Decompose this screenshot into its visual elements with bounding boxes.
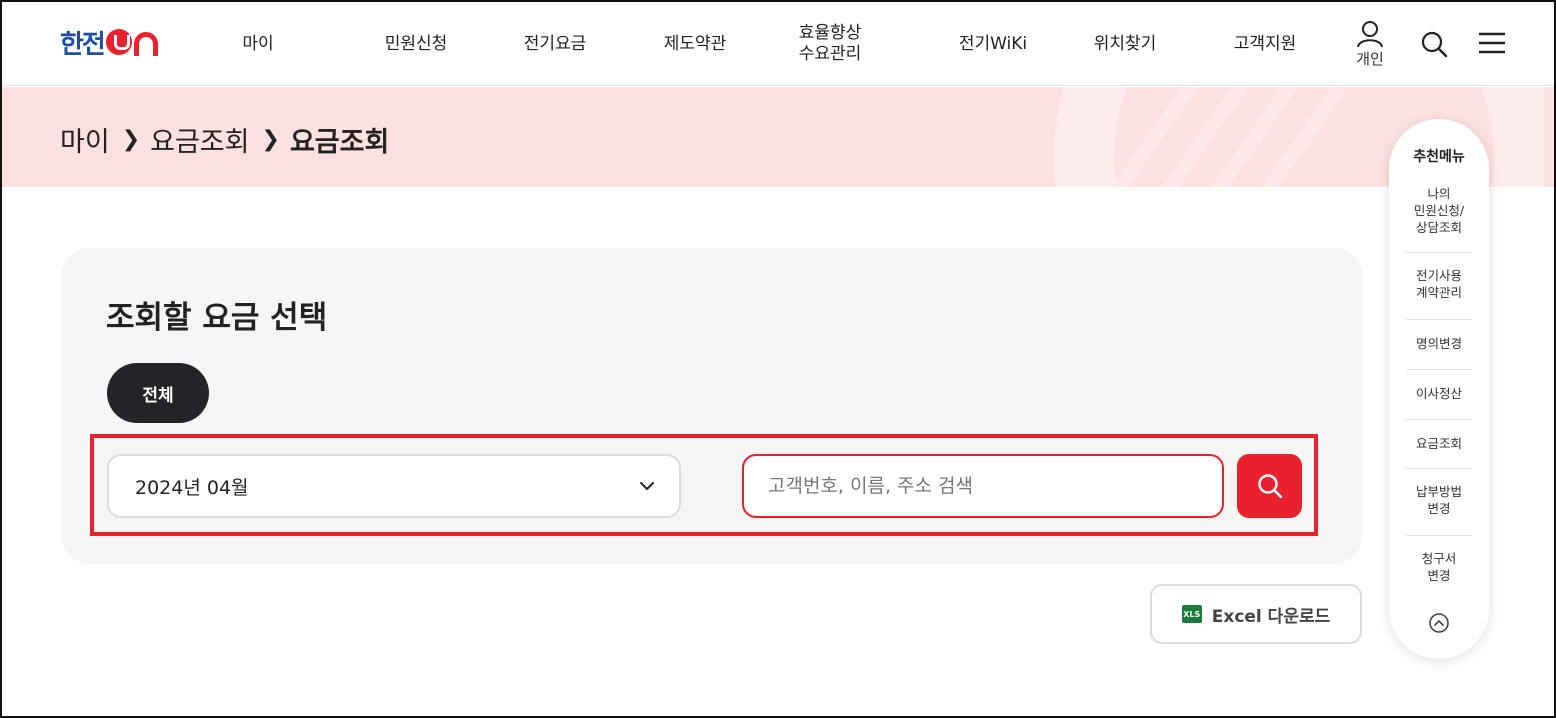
rec-item-moving-settlement[interactable]: 이사정산	[1406, 381, 1472, 405]
excel-file-icon: XLS	[1181, 605, 1202, 623]
chevron-right-icon: ❯	[261, 127, 280, 152]
nav-item-terms[interactable]: 제도약관	[645, 2, 745, 86]
breadcrumb-current: 요금조회	[289, 127, 390, 158]
recommend-title: 추천메뉴	[1413, 149, 1465, 165]
breadcrumb-banner: 마이 ❯ 요금조회 ❯ 요금조회	[2, 87, 1554, 187]
nav-label-line1: 효율향상	[798, 23, 862, 43]
excel-download-label: Excel 다운로드	[1211, 606, 1331, 627]
month-select-value: 2024년 04월	[135, 476, 249, 499]
logo-on-mark	[105, 28, 158, 56]
nav-label: 위치찾기	[1093, 33, 1157, 54]
nav-item-support[interactable]: 고객지원	[1215, 2, 1315, 86]
nav-item-electricity-bill[interactable]: 전기요금	[505, 2, 605, 86]
chevron-right-icon: ❯	[121, 127, 141, 152]
rec-item-name-change[interactable]: 명의변경	[1406, 331, 1472, 355]
nav-item-wiki[interactable]: 전기WiKi	[943, 2, 1043, 86]
user-label: 개인	[1356, 50, 1384, 68]
scroll-top-button[interactable]	[1428, 612, 1450, 638]
rec-item-label: 이사정산	[1415, 385, 1462, 401]
rec-item-label: 요금조회	[1415, 435, 1462, 451]
rec-item-label: 전기사용 계약관리	[1415, 268, 1462, 300]
chevron-down-icon	[640, 482, 654, 490]
breadcrumb-item-bill[interactable]: 요금조회	[150, 120, 249, 159]
divider	[1406, 535, 1472, 536]
rec-item-label: 청구서 변경	[1421, 551, 1457, 583]
nav-label: 고객지원	[1233, 33, 1297, 54]
rec-item-label: 나의 민원신청/ 상담조회	[1413, 185, 1465, 235]
breadcrumb: 마이 ❯ 요금조회 ❯ 요금조회	[60, 120, 389, 159]
user-button[interactable]: 개인	[1356, 20, 1384, 69]
bill-query-card: 조회할 요금 선택 전체 2024년 04월	[62, 248, 1362, 564]
hamburger-menu-icon	[1479, 32, 1505, 54]
nav-item-efficiency[interactable]: 효율향상 수요관리	[780, 2, 880, 86]
nav-label: 전기요금	[523, 33, 587, 54]
customer-search-input[interactable]	[742, 454, 1224, 518]
breadcrumb-item-my[interactable]: 마이	[60, 120, 110, 159]
rec-item-invoice-change[interactable]: 청구서 변경	[1406, 547, 1472, 587]
header: 한전 마이 민원신청 전기요금 제도약관 효율향상 수요관리 전기WiKi 위치…	[2, 2, 1554, 86]
recommend-menu: 추천메뉴 나의 민원신청/ 상담조회 전기사용 계약관리 명의변경 이사정산 요…	[1389, 119, 1489, 659]
rec-item-my-requests[interactable]: 나의 민원신청/ 상담조회	[1406, 181, 1472, 239]
kepco-on-logo[interactable]: 한전	[60, 24, 158, 60]
logo-text: 한전	[60, 29, 106, 60]
nav-label: 민원신청	[384, 33, 448, 54]
card-title: 조회할 요금 선택	[106, 300, 328, 336]
month-select[interactable]: 2024년 04월	[107, 454, 681, 518]
nav-label-line2: 수요관리	[798, 44, 862, 64]
search-button[interactable]	[1237, 454, 1302, 518]
rec-item-bill-query[interactable]: 요금조회	[1406, 431, 1472, 455]
rec-item-payment-method[interactable]: 납부방법 변경	[1406, 480, 1472, 520]
nav-item-civil-request[interactable]: 민원신청	[366, 2, 466, 86]
nav-item-location[interactable]: 위치찾기	[1075, 2, 1175, 86]
search-icon	[1257, 474, 1282, 499]
filter-all-button[interactable]: 전체	[107, 363, 209, 423]
excel-download-button[interactable]: XLS Excel 다운로드	[1150, 584, 1362, 644]
header-search-button[interactable]	[1420, 30, 1448, 58]
nav-label: 제도약관	[663, 33, 727, 54]
search-icon	[1421, 31, 1448, 58]
rec-item-label: 납부방법 변경	[1415, 484, 1462, 516]
nav-label: 전기WiKi	[958, 33, 1028, 54]
rec-item-contract[interactable]: 전기사용 계약관리	[1406, 264, 1472, 304]
user-icon	[1357, 21, 1383, 48]
logo-n-mark	[133, 32, 158, 56]
chevron-up-circle-icon	[1429, 613, 1449, 633]
nav-label: 마이	[242, 33, 274, 54]
divider	[1406, 319, 1472, 320]
logo-plug-icon	[105, 29, 132, 55]
divider	[1406, 419, 1472, 420]
rec-item-label: 명의변경	[1415, 335, 1462, 351]
divider	[1406, 468, 1472, 469]
divider	[1406, 369, 1472, 370]
nav-item-my[interactable]: 마이	[218, 2, 298, 86]
divider	[1406, 252, 1472, 253]
menu-button[interactable]	[1478, 32, 1506, 56]
